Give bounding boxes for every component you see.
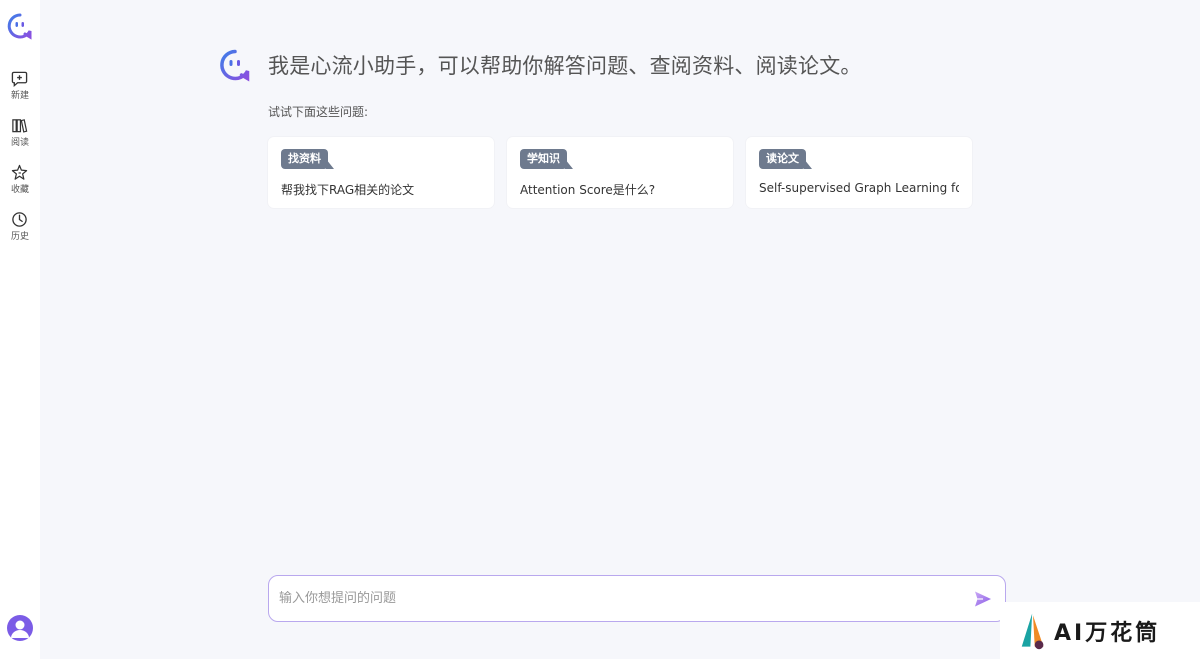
watermark-logo-icon bbox=[1021, 613, 1044, 649]
question-input[interactable] bbox=[279, 591, 973, 606]
new-chat-icon bbox=[12, 71, 28, 87]
sidebar-item-history[interactable]: 历史 bbox=[11, 211, 29, 242]
assistant-logo-icon bbox=[220, 49, 250, 82]
chat-input-box bbox=[268, 575, 1006, 622]
card-tag: 学知识 bbox=[520, 149, 573, 169]
sidebar-item-label: 历史 bbox=[10, 232, 29, 242]
suggestion-card-find-papers[interactable]: 找资料 帮我找下RAG相关的论文 bbox=[268, 137, 494, 208]
sidebar-item-favorites[interactable]: 收藏 bbox=[11, 164, 29, 195]
user-avatar[interactable] bbox=[7, 615, 33, 641]
send-icon[interactable] bbox=[973, 589, 993, 609]
suggestions-label: 试试下面这些问题: bbox=[268, 105, 369, 119]
star-icon bbox=[12, 164, 28, 180]
sidebar-item-label: 阅读 bbox=[10, 138, 29, 148]
app-logo-icon[interactable] bbox=[6, 12, 34, 40]
suggestion-cards: 找资料 帮我找下RAG相关的论文 学知识 Attention Score是什么?… bbox=[268, 137, 972, 208]
card-text: Attention Score是什么? bbox=[520, 183, 656, 197]
card-tag: 找资料 bbox=[281, 149, 334, 169]
sidebar-item-label: 新建 bbox=[10, 91, 29, 101]
books-icon bbox=[12, 119, 28, 133]
hero: 我是心流小助手，可以帮助你解答问题、查阅资料、阅读论文。 bbox=[218, 48, 862, 82]
suggestion-card-read-paper[interactable]: 读论文 Self-supervised Graph Learning for..… bbox=[746, 137, 972, 208]
sidebar: 新建 阅读 收藏 历史 bbox=[0, 0, 40, 659]
card-text: Self-supervised Graph Learning for... bbox=[759, 181, 959, 195]
sidebar-item-read[interactable]: 阅读 bbox=[11, 117, 29, 148]
suggestion-card-learn[interactable]: 学知识 Attention Score是什么? bbox=[507, 137, 733, 208]
card-tag: 读论文 bbox=[759, 149, 812, 169]
watermark: AI万花筒 bbox=[1000, 602, 1200, 659]
page-title: 我是心流小助手，可以帮助你解答问题、查阅资料、阅读论文。 bbox=[268, 54, 862, 78]
user-icon bbox=[11, 620, 29, 638]
watermark-text: AI万花筒 bbox=[1054, 620, 1161, 646]
clock-icon bbox=[12, 212, 28, 227]
sidebar-item-new[interactable]: 新建 bbox=[11, 70, 29, 101]
sidebar-item-label: 收藏 bbox=[10, 185, 29, 195]
card-text: 帮我找下RAG相关的论文 bbox=[281, 183, 415, 197]
